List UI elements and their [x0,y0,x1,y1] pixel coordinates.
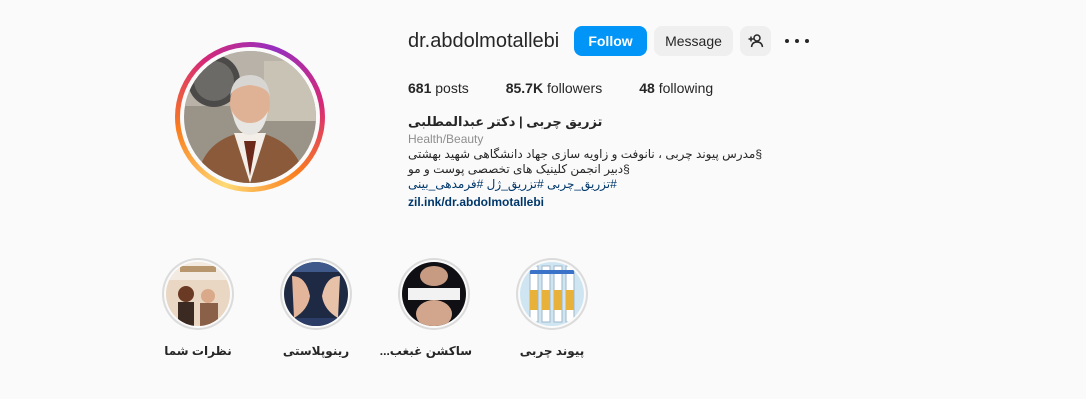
story-highlights: نظرات شما رینوپلاستی ساکشن غبغب... پیوند… [160,258,600,368]
profile-stats: 681 posts 85.7K followers 48 following [408,80,713,96]
profile-avatar-story-ring[interactable] [175,42,325,192]
highlight-item[interactable]: نظرات شما [160,258,236,358]
following-link[interactable]: 48 following [639,80,713,96]
message-button[interactable]: Message [654,26,733,56]
suggested-accounts-button[interactable] [740,26,771,56]
highlight-cover [402,262,466,326]
add-user-icon [748,34,763,48]
more-options-icon[interactable] [785,33,809,49]
highlight-cover [166,262,230,326]
posts-count: 681 posts [408,80,469,96]
profile-avatar[interactable] [184,51,316,183]
highlight-cover [284,262,348,326]
highlight-label: رینوپلاستی [282,344,350,358]
highlight-item[interactable]: رینوپلاستی [278,258,354,358]
profile-category: Health/Beauty [408,132,484,146]
bio-line: §مدرس پیوند چربی ، نانوفت و زاویه سازی ج… [408,147,763,161]
profile-bio: تزریق چربی | دکتر عبدالمطلبی Health/Beau… [408,114,778,210]
highlight-cover [520,262,584,326]
bio-line: §دبیر انجمن کلینیک های تخصصی پوست و مو [408,162,630,176]
highlight-label: نظرات شما [164,344,232,358]
follow-button[interactable]: Follow [574,26,647,56]
highlight-item[interactable]: پیوند چربی [514,258,590,358]
highlight-item[interactable]: ساکشن غبغب... [379,258,472,358]
followers-link[interactable]: 85.7K followers [506,80,603,96]
bio-external-link[interactable]: zil.ink/dr.abdolmotallebi [408,195,778,210]
profile-username: dr.abdolmotallebi [408,30,560,52]
profile-full-name: تزریق چربی | دکتر عبدالمطلبی [408,114,603,129]
bio-hashtags[interactable]: #تزریق_چربی #تزریق_ژل #فرمدهی_بینی [408,177,778,192]
highlight-label: پیوند چربی [519,344,585,358]
avatar-photo [184,51,316,183]
highlight-label: ساکشن غبغب... [379,344,472,358]
